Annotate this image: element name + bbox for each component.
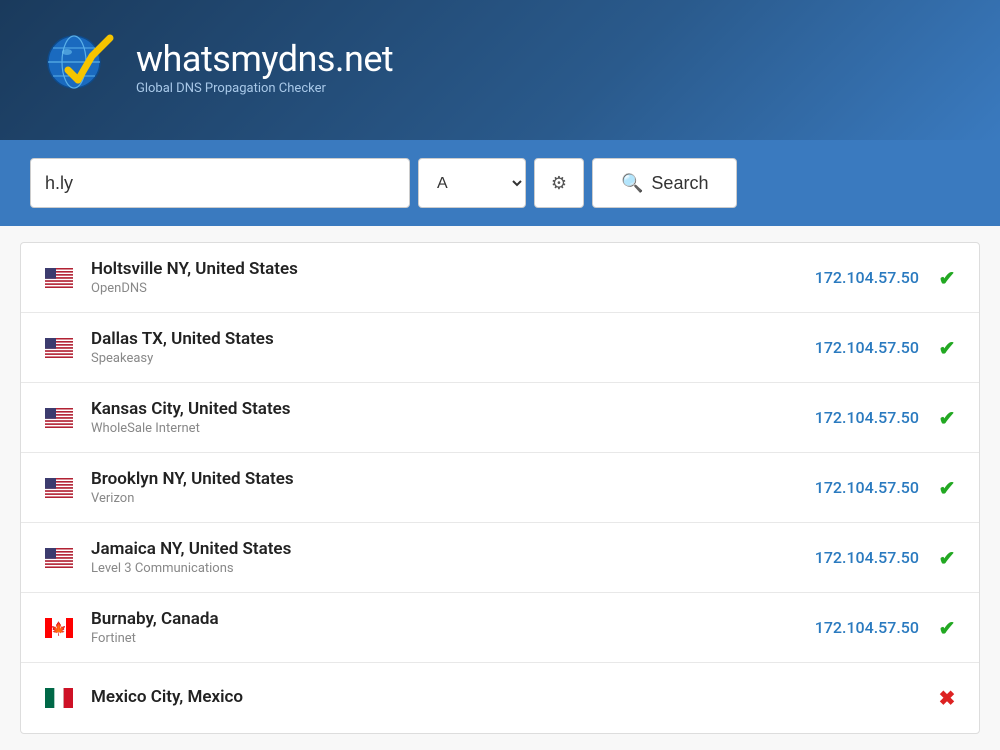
location-name: Holtsville NY, United States: [91, 259, 815, 279]
flag-cell: [41, 478, 77, 498]
status-check-icon: ✔: [939, 616, 956, 640]
status-check-icon: ✔: [939, 266, 956, 290]
status-cell: ✔: [935, 616, 959, 640]
location-cell: Brooklyn NY, United States Verizon: [77, 469, 815, 506]
search-button-label: Search: [651, 173, 708, 194]
status-check-icon: ✔: [939, 546, 956, 570]
location-provider: Verizon: [91, 491, 815, 506]
table-row: Holtsville NY, United States OpenDNS 172…: [21, 243, 979, 313]
logo-icon: [40, 28, 120, 108]
location-name: Kansas City, United States: [91, 399, 815, 419]
location-cell: Kansas City, United States WholeSale Int…: [77, 399, 815, 436]
status-cell: ✔: [935, 476, 959, 500]
location-cell: Mexico City, Mexico: [77, 687, 919, 709]
location-provider: OpenDNS: [91, 281, 815, 296]
ip-address: 172.104.57.50: [815, 408, 919, 427]
table-row: Kansas City, United States WholeSale Int…: [21, 383, 979, 453]
results-table: Holtsville NY, United States OpenDNS 172…: [20, 242, 980, 734]
location-cell: Dallas TX, United States Speakeasy: [77, 329, 815, 366]
location-provider: Level 3 Communications: [91, 561, 815, 576]
location-name: Dallas TX, United States: [91, 329, 815, 349]
location-name: Jamaica NY, United States: [91, 539, 815, 559]
location-name: Burnaby, Canada: [91, 609, 815, 629]
site-subtitle: Global DNS Propagation Checker: [136, 81, 393, 96]
status-check-icon: ✔: [939, 406, 956, 430]
location-name: Mexico City, Mexico: [91, 687, 919, 707]
status-check-icon: ✔: [939, 476, 956, 500]
location-provider: WholeSale Internet: [91, 421, 815, 436]
flag-cell: [41, 268, 77, 288]
site-title: whatsmydns.net: [136, 40, 393, 80]
header: whatsmydns.net Global DNS Propagation Ch…: [0, 0, 1000, 140]
flag-cell: [41, 338, 77, 358]
results-area: Holtsville NY, United States OpenDNS 172…: [0, 226, 1000, 750]
logo-area: whatsmydns.net Global DNS Propagation Ch…: [40, 28, 393, 108]
table-row: 🍁 Burnaby, Canada Fortinet 172.104.57.50…: [21, 593, 979, 663]
svg-text:🍁: 🍁: [51, 621, 67, 636]
record-type-select[interactable]: A AAAA CNAME MX NS PTR SOA SRV TXT: [418, 158, 526, 208]
status-cell: ✔: [935, 406, 959, 430]
flag-cell: 🍁: [41, 618, 77, 638]
search-bar-area: A AAAA CNAME MX NS PTR SOA SRV TXT ⚙ 🔍 S…: [0, 140, 1000, 226]
location-provider: Speakeasy: [91, 351, 815, 366]
flag-cell: [41, 688, 77, 708]
status-cell: ✔: [935, 266, 959, 290]
search-button[interactable]: 🔍 Search: [592, 158, 737, 208]
status-fail-icon: ✖: [939, 686, 956, 710]
table-row: Brooklyn NY, United States Verizon 172.1…: [21, 453, 979, 523]
status-cell: ✔: [935, 336, 959, 360]
location-cell: Holtsville NY, United States OpenDNS: [77, 259, 815, 296]
settings-button[interactable]: ⚙: [534, 158, 584, 208]
table-row: Jamaica NY, United States Level 3 Commun…: [21, 523, 979, 593]
table-row: Mexico City, Mexico ✖: [21, 663, 979, 733]
status-cell: ✔: [935, 546, 959, 570]
logo-text-area: whatsmydns.net Global DNS Propagation Ch…: [136, 40, 393, 97]
ip-address: 172.104.57.50: [815, 478, 919, 497]
flag-cell: [41, 548, 77, 568]
domain-search-input[interactable]: [30, 158, 410, 208]
ip-address: 172.104.57.50: [815, 268, 919, 287]
search-icon: 🔍: [621, 173, 643, 194]
ip-address: 172.104.57.50: [815, 338, 919, 357]
location-cell: Jamaica NY, United States Level 3 Commun…: [77, 539, 815, 576]
location-name: Brooklyn NY, United States: [91, 469, 815, 489]
status-cell: ✖: [935, 686, 959, 710]
ip-address: 172.104.57.50: [815, 548, 919, 567]
location-cell: Burnaby, Canada Fortinet: [77, 609, 815, 646]
status-check-icon: ✔: [939, 336, 956, 360]
flag-cell: [41, 408, 77, 428]
table-row: Dallas TX, United States Speakeasy 172.1…: [21, 313, 979, 383]
ip-address: 172.104.57.50: [815, 618, 919, 637]
location-provider: Fortinet: [91, 631, 815, 646]
gear-icon: ⚙: [551, 173, 567, 194]
